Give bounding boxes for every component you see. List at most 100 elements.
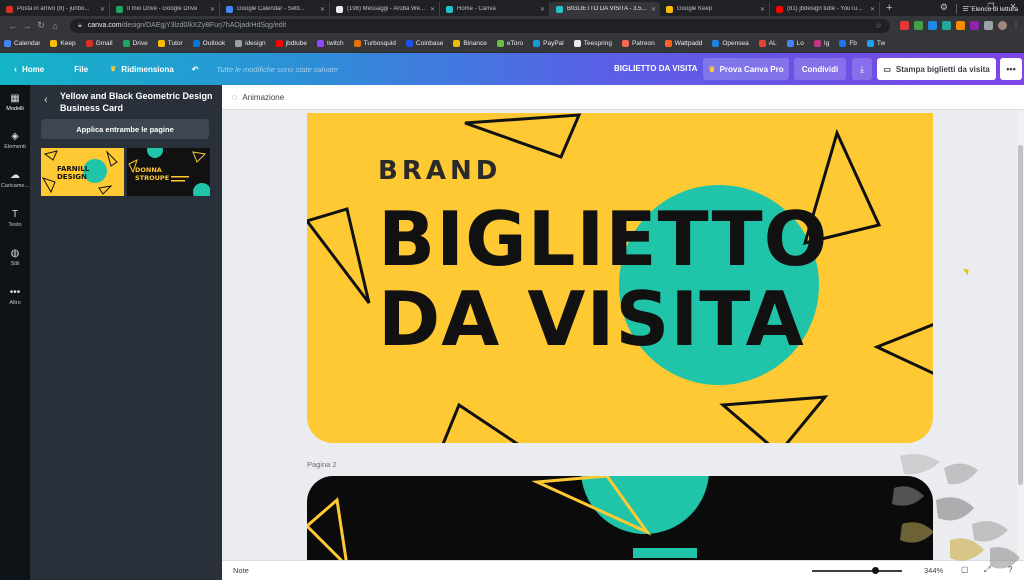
animation-button[interactable]: Animazione [242,93,284,102]
bookmark-favicon-icon [866,40,874,47]
rail-item[interactable]: ☁ Caricame... [0,170,30,189]
back-arrow-icon[interactable]: ← [6,21,20,31]
avatar[interactable] [998,21,1007,30]
bookmark-item[interactable]: AL [758,40,777,47]
menu-dots-icon[interactable]: ⋮ [1012,21,1020,30]
bookmark-item[interactable]: Keep [50,40,76,47]
reading-list[interactable]: ☰ Elenco di lettura [955,4,1018,14]
new-tab-button[interactable]: + [886,2,892,16]
browser-tab[interactable]: Home - Canva ✕ [440,2,550,16]
bookmark-item[interactable]: Wattpadd [664,40,702,47]
home-icon[interactable]: ⌂ [48,21,62,31]
extension-icon[interactable] [900,21,909,30]
browser-tab[interactable]: (198) Messaggi - Aruba We... ✕ [330,2,440,16]
bookmark-item[interactable]: Tutor [157,40,183,47]
bookmark-item[interactable]: Outlook [192,40,225,47]
notes-button[interactable]: Note [233,566,249,575]
bookmark-item[interactable]: idesign [235,40,266,47]
file-label: File [74,64,89,74]
bookmark-item[interactable]: Lo [786,40,804,47]
close-tab-icon[interactable]: ✕ [100,6,105,13]
close-tab-icon[interactable]: ✕ [870,6,875,13]
extension-icon[interactable] [956,21,965,30]
template-thumbnail-front[interactable]: FARNILL DESIGN [41,148,124,196]
design-title[interactable]: BIGLIETTO DA VISITA [614,64,697,73]
bookmark-favicon-icon [157,40,165,47]
bookmark-item[interactable]: Calendar [4,40,40,47]
browser-tab[interactable]: Google Keep ✕ [660,2,770,16]
bookmark-item[interactable]: jbdtube [275,40,307,47]
print-label: Stampa biglietti da visita [895,64,990,74]
tab-title: Home - Canva [457,6,496,12]
resize-button[interactable]: ♛ Ridimensiona [110,65,174,74]
extension-icon[interactable] [914,21,923,30]
browser-tab[interactable]: Il mio Drive - Google Drive ✕ [110,2,220,16]
rail-item[interactable]: ◍ Stili [0,248,30,267]
triangle-shape [873,322,933,375]
headline-text[interactable]: BIGLIETTO DA VISITA [378,199,828,359]
more-options-button[interactable]: ••• [1000,58,1022,80]
template-thumbnail-back[interactable]: DONNA STROUPE [127,148,210,196]
rail-item[interactable]: ◈ Elementi [0,131,30,150]
reading-list-label: Elenco di lettura [971,5,1018,13]
file-menu[interactable]: File [74,65,88,74]
bookmark-item[interactable]: Gmail [85,40,113,47]
close-tab-icon[interactable]: ✕ [210,6,215,13]
bookmark-favicon-icon [839,40,847,47]
bookmark-item[interactable]: Turbosquid [353,40,396,47]
rail-item[interactable]: ▦ Modelli [0,93,30,112]
bookmark-star-icon[interactable]: ☆ [875,21,882,30]
download-button[interactable]: ⤓ [852,58,872,80]
browser-tab[interactable]: BIGLIETTO DA VISITA - 3.5... ✕ [550,2,660,16]
profile-gear-icon[interactable]: ⚙ [940,2,948,13]
apply-both-pages-button[interactable]: Applica entrambe le pagine [41,119,209,139]
close-tab-icon[interactable]: ✕ [651,6,656,13]
try-pro-button[interactable]: ♛ Prova Canva Pro [703,58,789,80]
close-tab-icon[interactable]: ✕ [430,6,435,13]
forward-arrow-icon[interactable]: → [20,21,34,31]
bookmark-item[interactable]: Tw [866,40,885,47]
bookmark-item[interactable]: Opensea [712,40,749,47]
puzzle-icon[interactable] [984,21,993,30]
bookmark-item[interactable]: PayPal [533,40,564,47]
bookmark-item[interactable]: Ig [813,40,830,47]
extension-icon[interactable] [928,21,937,30]
bookmark-item[interactable]: Fb [839,40,857,47]
zoom-slider-handle[interactable] [872,567,879,574]
print-business-cards-button[interactable]: ▭ Stampa biglietti da visita [877,58,996,80]
close-tab-icon[interactable]: ✕ [760,6,765,13]
bookmark-item[interactable]: Teespring [573,40,612,47]
close-tab-icon[interactable]: ✕ [540,6,545,13]
crown-icon: ♛ [708,64,716,74]
bookmark-item[interactable]: Drive [122,40,148,47]
browser-tab[interactable]: (81) jbdesign tube - YouTu... ✕ [770,2,880,16]
url-path: /design/DAEgjY3lzd0/kXZyBFurj7hAOjadrHdS… [121,22,287,29]
url-input[interactable]: 🔒︎ canva.com/design/DAEgjY3lzd0/kXZyBFur… [70,18,890,33]
extension-icon[interactable] [942,21,951,30]
bookmark-favicon-icon [813,40,821,47]
rail-item-label: Stili [10,261,20,267]
rail-item[interactable]: T Testo [0,209,30,228]
bookmark-item[interactable]: Coinbase [405,40,443,47]
bookmark-item[interactable]: twitch [317,40,344,47]
bookmark-label: Ig [823,40,830,47]
bookmark-item[interactable]: eToro [496,40,523,47]
bookmark-item[interactable]: Patreon [621,40,655,47]
extension-icon[interactable] [970,21,979,30]
bookmark-item[interactable]: Binance [453,40,487,47]
scrollbar-thumb[interactable] [1018,145,1023,485]
rail-item[interactable]: ••• Altro [0,287,30,306]
back-chevron-icon[interactable]: ‹ [44,94,48,106]
brand-text[interactable]: BRAND [378,156,501,186]
bookmark-label: Keep [60,40,76,47]
reload-icon[interactable]: ↻ [34,20,48,31]
design-page-1[interactable]: BRAND BIGLIETTO DA VISITA [307,113,933,443]
browser-tab[interactable]: Google Calendar - Setti... ✕ [220,2,330,16]
browser-tab[interactable]: Posta in arrivo (8) - junbo... ✕ [0,2,110,16]
triangle-shape [464,113,582,159]
close-tab-icon[interactable]: ✕ [320,6,325,13]
rail-item-label: Modelli [6,106,24,112]
undo-icon[interactable]: ↶ [192,65,199,74]
share-button[interactable]: Condividi [794,58,846,80]
home-button[interactable]: ‹ Home [14,64,44,74]
